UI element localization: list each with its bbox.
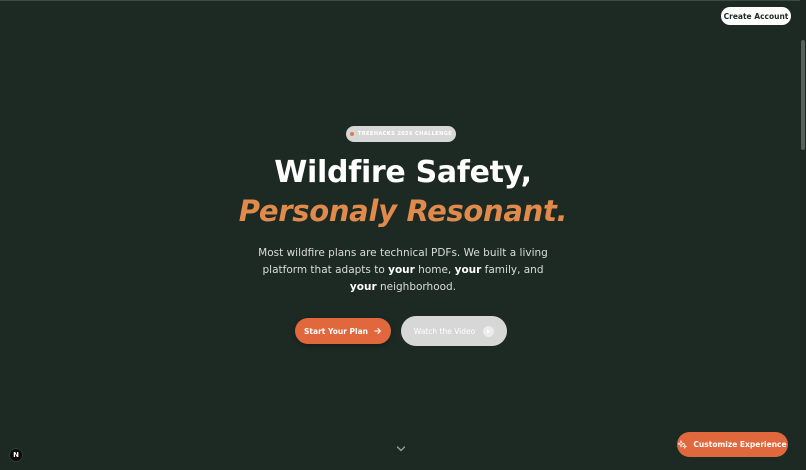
create-account-button[interactable]: Create Account	[721, 7, 791, 25]
desc-text: neighborhood.	[376, 281, 457, 293]
hero-subtitle: Personaly Resonant.	[238, 194, 568, 228]
nextjs-logo-icon[interactable]: N	[9, 448, 23, 462]
watch-video-label: Watch the Video	[413, 326, 476, 336]
desc-emphasis: your	[388, 264, 415, 276]
start-plan-label: Start Your Plan	[304, 326, 368, 336]
hero-description: Most wildfire plans are technical PDFs. …	[253, 245, 553, 296]
top-border	[0, 0, 806, 1]
sparkles-icon	[678, 440, 688, 449]
desc-emphasis: your	[349, 281, 377, 293]
desc-text: family, and	[481, 264, 544, 276]
challenge-badge: TREEHACKS 2026 CHALLENGE	[346, 126, 456, 142]
chevron-down-icon[interactable]	[396, 444, 406, 454]
desc-emphasis: your	[454, 264, 482, 276]
scrollbar[interactable]	[800, 0, 806, 470]
watch-video-button[interactable]: Watch the Video	[401, 316, 507, 346]
badge-label: TREEHACKS 2026 CHALLENGE	[357, 131, 453, 137]
customize-experience-button[interactable]: Customize Experience	[677, 432, 788, 457]
scrollbar-thumb[interactable]	[801, 40, 805, 150]
customize-label: Customize Experience	[693, 440, 787, 449]
hero-title: Wildfire Safety,	[274, 155, 532, 190]
badge-dot-icon	[349, 132, 354, 136]
desc-text: home,	[414, 264, 455, 276]
arrow-right-icon	[374, 328, 381, 334]
play-icon	[483, 325, 495, 337]
start-plan-button[interactable]: Start Your Plan	[295, 318, 391, 344]
